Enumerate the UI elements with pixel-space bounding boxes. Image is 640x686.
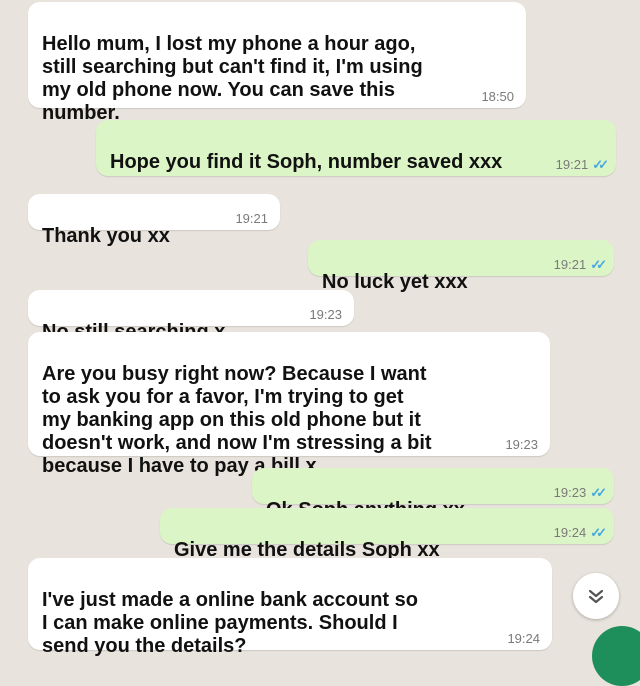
message-meta: 19:21 xyxy=(235,212,268,226)
message-meta: 19:24 ✓✓ xyxy=(553,525,607,540)
chat-area: Hello mum, I lost my phone a hour ago, s… xyxy=(0,0,640,686)
message-meta: 19:23 xyxy=(505,438,538,452)
message-time: 19:23 xyxy=(553,485,587,500)
message-time: 19:24 xyxy=(507,631,540,646)
message-meta: 19:21 ✓✓ xyxy=(553,257,607,272)
message-incoming[interactable]: Hello mum, I lost my phone a hour ago, s… xyxy=(28,2,526,124)
message-outgoing[interactable]: Ok Soph anything xx 19:23 ✓✓ xyxy=(252,468,614,521)
compose-fab-button[interactable] xyxy=(592,626,640,686)
message-time: 19:23 xyxy=(505,437,538,452)
message-outgoing[interactable]: No luck yet xxx 19:21 ✓✓ xyxy=(308,240,614,293)
message-incoming[interactable]: Are you busy right now? Because I want t… xyxy=(28,332,550,477)
message-incoming[interactable]: No still searching x 19:23 xyxy=(28,290,354,343)
message-time: 19:24 xyxy=(553,525,587,540)
message-meta: 19:21 ✓✓ xyxy=(555,157,609,172)
message-incoming[interactable]: I've just made a online bank account so … xyxy=(28,558,552,657)
message-text: Are you busy right now? Because I want t… xyxy=(42,363,432,477)
message-time: 18:50 xyxy=(481,89,514,104)
message-time: 19:23 xyxy=(309,307,342,322)
double-check-icon: ✓✓ xyxy=(590,485,607,500)
message-text: I've just made a online bank account so … xyxy=(42,589,418,657)
message-time: 19:21 xyxy=(555,157,589,172)
message-outgoing[interactable]: Hope you find it Soph, number saved xxx … xyxy=(96,120,616,176)
scroll-to-bottom-button[interactable] xyxy=(573,573,619,619)
message-text: Hello mum, I lost my phone a hour ago, s… xyxy=(42,33,423,124)
message-meta: 19:24 xyxy=(507,632,540,646)
message-text: Thank you xx xyxy=(42,225,170,247)
message-meta: 18:50 xyxy=(481,90,514,104)
message-meta: 19:23 xyxy=(309,308,342,322)
double-check-icon: ✓✓ xyxy=(592,157,609,172)
message-text: Hope you find it Soph, number saved xxx xyxy=(110,151,503,173)
message-meta: 19:23 ✓✓ xyxy=(553,485,607,500)
message-time: 19:21 xyxy=(553,257,587,272)
chevron-double-down-icon xyxy=(588,589,604,604)
double-check-icon: ✓✓ xyxy=(590,525,607,540)
message-outgoing[interactable]: Give me the details Soph xx 19:24 ✓✓ xyxy=(160,508,614,561)
message-time: 19:21 xyxy=(235,211,268,226)
double-check-icon: ✓✓ xyxy=(590,257,607,272)
message-incoming[interactable]: Thank you xx 19:21 xyxy=(28,194,280,247)
